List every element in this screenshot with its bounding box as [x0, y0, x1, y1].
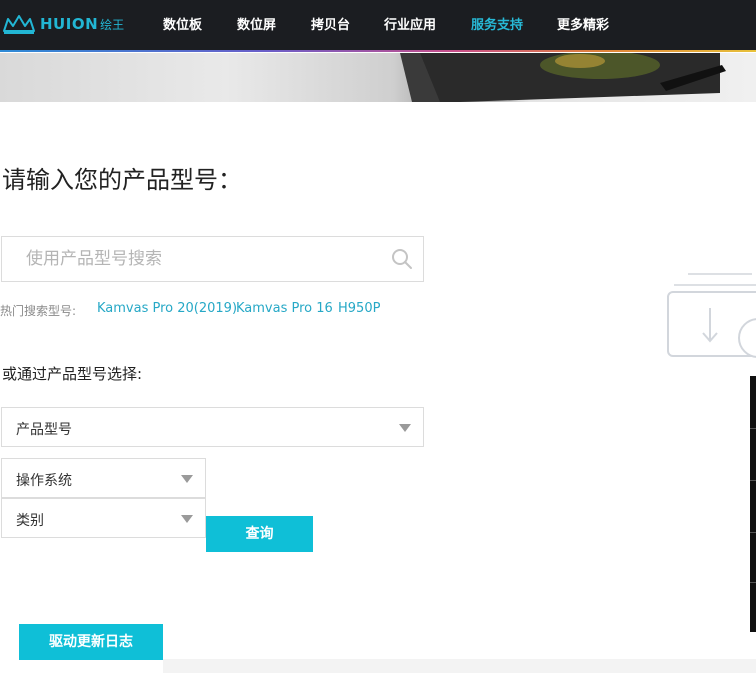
side-panel-divider [750, 532, 756, 533]
hot-search-label: 热门搜索型号: [0, 304, 77, 318]
product-model-select-value: 产品型号 [16, 422, 72, 438]
download-illustration-icon [667, 273, 756, 358]
page-title: 请输入您的产品型号： [2, 166, 242, 194]
category-select[interactable]: 类别 [1, 498, 206, 538]
chevron-down-icon [181, 475, 193, 483]
driver-changelog-button[interactable]: 驱动更新日志 [19, 624, 163, 660]
side-panel-divider [750, 582, 756, 583]
hot-link-h950p[interactable]: H950P [338, 301, 380, 316]
nav-item-light-pads[interactable]: 拷贝台 [311, 14, 350, 33]
os-select-value: 操作系统 [16, 473, 72, 489]
brand-logo[interactable]: HUION 绘王 [2, 12, 124, 36]
nav-item-industry[interactable]: 行业应用 [384, 14, 436, 33]
footer-band [163, 659, 756, 673]
nav-item-pen-displays[interactable]: 数位屏 [237, 14, 276, 33]
hot-link-kamvas-pro-20[interactable]: Kamvas Pro 20(2019) [97, 301, 237, 316]
logo-chinese-text: 绘王 [100, 17, 125, 32]
select-by-model-label: 或通过产品型号选择: [2, 365, 143, 383]
hot-link-kamvas-pro-16[interactable]: Kamvas Pro 16 [236, 301, 333, 316]
logo-text: HUION [40, 15, 99, 33]
nav-item-tablets[interactable]: 数位板 [163, 14, 202, 33]
tablet-illustration [400, 53, 726, 102]
nav-item-support[interactable]: 服务支持 [471, 14, 523, 33]
category-select-value: 类别 [16, 513, 44, 529]
product-model-select[interactable]: 产品型号 [1, 407, 424, 447]
search-input[interactable] [2, 237, 382, 281]
side-panel-divider [750, 480, 756, 481]
side-floating-panel[interactable] [750, 376, 756, 632]
nav-item-more[interactable]: 更多精彩 [557, 14, 609, 33]
top-nav: HUION 绘王 数位板 数位屏 拷贝台 行业应用 服务支持 更多精彩 [0, 0, 756, 52]
crown-icon [3, 15, 35, 34]
nav-gradient-underline [0, 50, 756, 52]
search-box [1, 236, 424, 282]
os-select[interactable]: 操作系统 [1, 458, 206, 498]
chevron-down-icon [399, 424, 411, 432]
search-icon[interactable] [391, 248, 413, 270]
side-panel-divider [750, 428, 756, 429]
chevron-down-icon [181, 515, 193, 523]
query-button[interactable]: 查询 [206, 516, 313, 552]
hero-banner [0, 53, 756, 102]
